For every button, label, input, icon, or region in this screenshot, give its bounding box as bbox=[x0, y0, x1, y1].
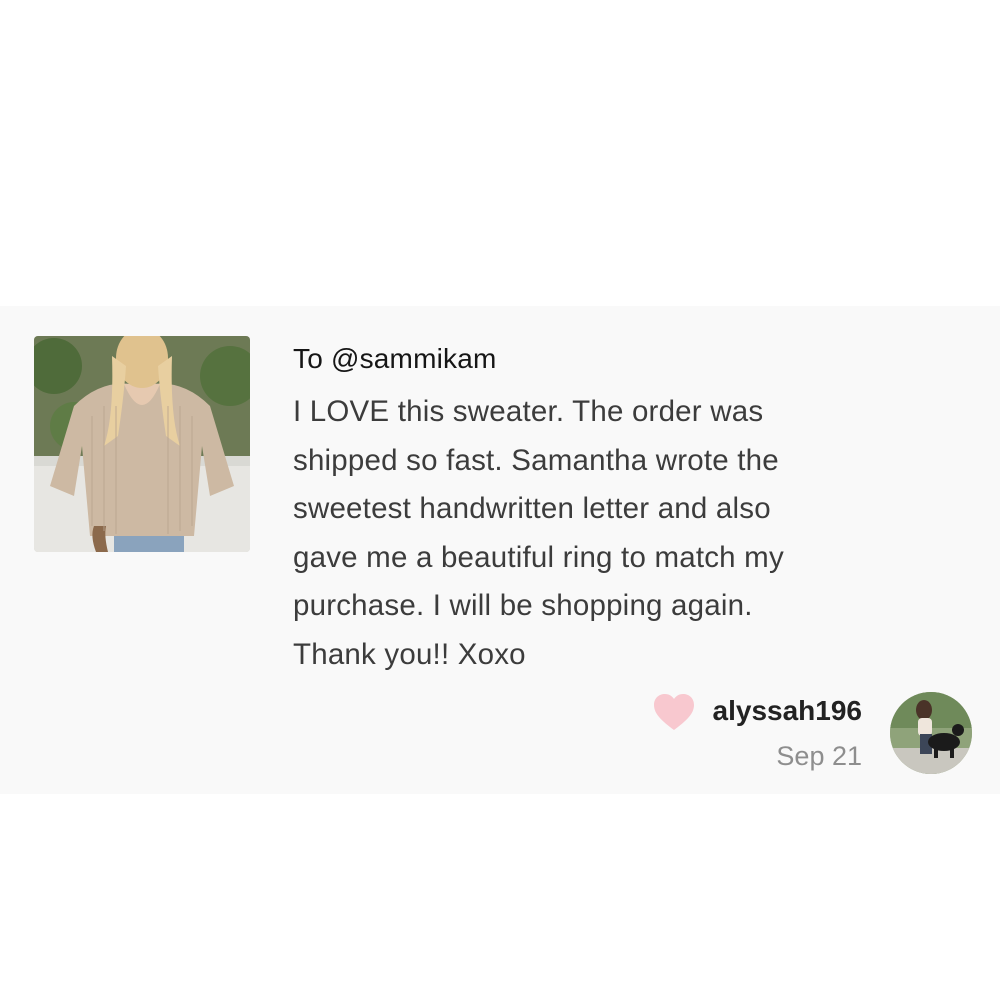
reviewer-avatar[interactable] bbox=[890, 692, 972, 774]
heart-icon[interactable] bbox=[652, 692, 696, 732]
review-message-line: sweetest handwritten letter and also bbox=[293, 492, 771, 526]
review-message-line: I LOVE this sweater. The order was bbox=[293, 395, 764, 428]
review-date: Sep 21 bbox=[776, 741, 862, 771]
review-message: I LOVE this sweater. The order was shipp… bbox=[293, 388, 953, 680]
product-image[interactable] bbox=[34, 336, 250, 552]
review-message-line: purchase. I will be shopping again. bbox=[293, 589, 753, 623]
reviewer-username[interactable]: alyssah196 bbox=[713, 694, 862, 728]
product-photo-icon bbox=[34, 336, 250, 552]
page: To @sammikam I LOVE this sweater. The or… bbox=[0, 0, 1000, 1000]
review-message-line: Thank you!! Xoxo bbox=[293, 637, 526, 671]
review-recipient: To @sammikam bbox=[293, 343, 497, 374]
review-card: To @sammikam I LOVE this sweater. The or… bbox=[0, 306, 1000, 794]
review-message-line: gave me a beautiful ring to match my bbox=[293, 540, 784, 574]
avatar-photo-icon bbox=[890, 692, 972, 774]
review-message-line: shipped so fast. Samantha wrote the bbox=[293, 443, 779, 477]
